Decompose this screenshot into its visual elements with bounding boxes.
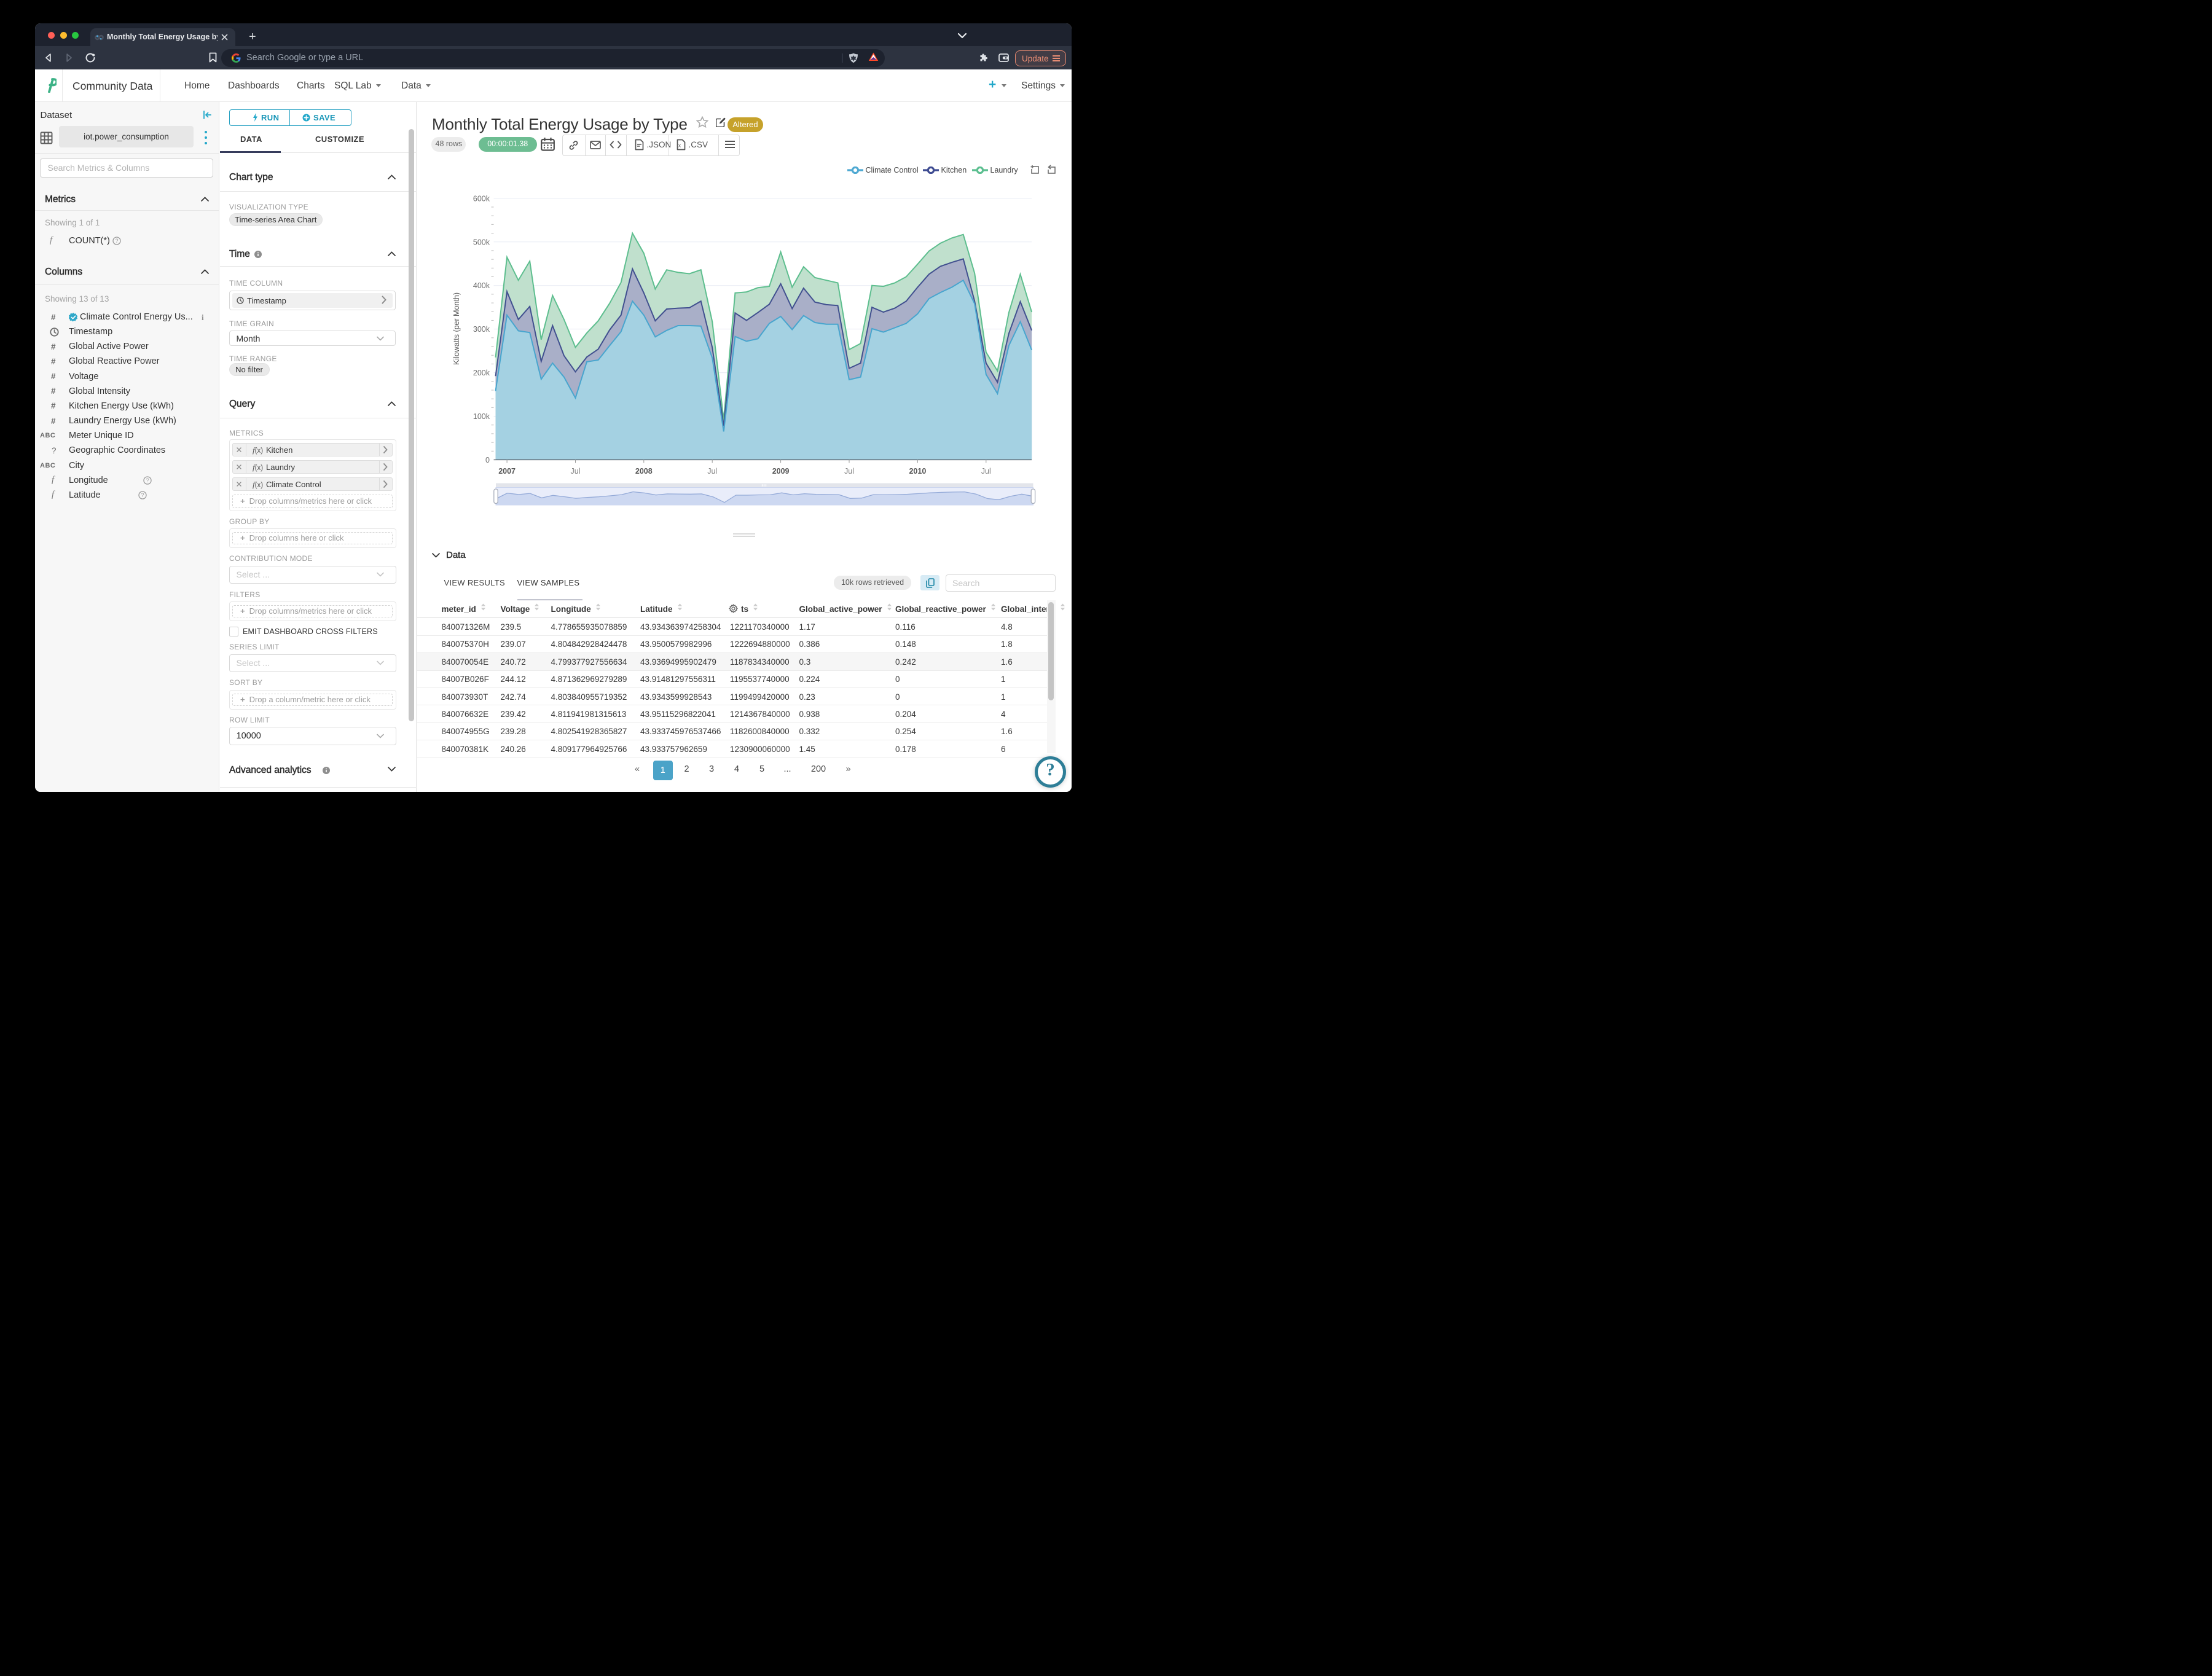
svg-text:600k: 600k: [473, 194, 490, 203]
svg-text:?: ?: [146, 477, 149, 484]
svg-text:x: x: [678, 143, 681, 149]
svg-text:Jul: Jul: [844, 467, 854, 476]
svg-text:2007: 2007: [498, 467, 516, 476]
svg-text:100k: 100k: [473, 412, 490, 421]
svg-text:2008: 2008: [635, 467, 653, 476]
svg-text:200k: 200k: [473, 369, 490, 377]
svg-text:?: ?: [141, 492, 144, 498]
svg-text:Kilowatts (per Month): Kilowatts (per Month): [452, 292, 461, 365]
svg-text:?: ?: [115, 238, 118, 244]
svg-text:Jul: Jul: [707, 467, 717, 476]
svg-text:Jul: Jul: [571, 467, 581, 476]
svg-text:500k: 500k: [473, 238, 490, 246]
svg-text:300k: 300k: [473, 325, 490, 334]
svg-text:2009: 2009: [772, 467, 790, 476]
svg-text:400k: 400k: [473, 281, 490, 290]
svg-text:2010: 2010: [909, 467, 926, 476]
svg-text:Jul: Jul: [981, 467, 991, 476]
svg-text:0: 0: [485, 456, 490, 464]
